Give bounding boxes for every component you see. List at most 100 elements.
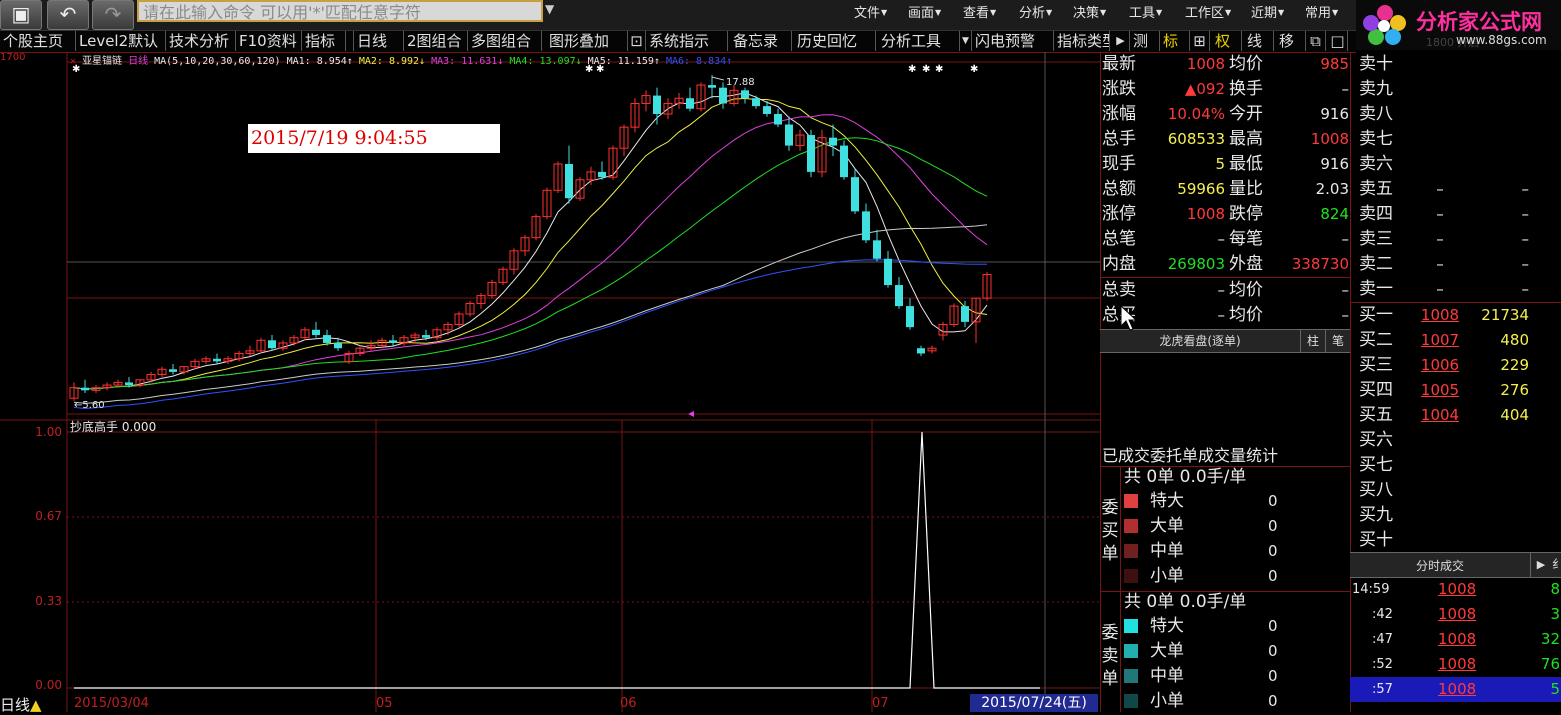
quote-value: 59966 [1177, 180, 1225, 198]
bid-row[interactable]: 买九 [1351, 503, 1561, 528]
maximize-icon[interactable]: □ [1328, 31, 1348, 51]
tab-level2[interactable]: Level2默认 [76, 31, 166, 51]
menu-workspace[interactable]: 工作区 [1185, 2, 1231, 21]
dragon-bar-button[interactable]: 柱 [1300, 330, 1325, 352]
tick-row[interactable]: :47 1008 32 [1350, 627, 1561, 652]
candle-down [653, 95, 661, 114]
bid-row[interactable]: 买八 [1351, 478, 1561, 503]
kline-chart-svg[interactable]: 17.88←5.60✱ ✱ ✱ ✱ ✱ ✱ ✱ [0, 52, 1100, 712]
candle-down [785, 124, 793, 146]
menu-tools[interactable]: 工具 [1129, 2, 1162, 21]
command-input[interactable]: 请在此输入命令 可以用'*'匹配任意字符 [137, 0, 543, 22]
tab-two-chart[interactable]: 2图组合 [404, 31, 468, 51]
lock-icon[interactable]: ⊡ [628, 31, 646, 51]
current-date-box: 2015/07/24(五) [970, 694, 1098, 712]
quote-value: 10.04% [1167, 105, 1225, 123]
ask-row[interactable]: 卖十 [1351, 52, 1561, 77]
quote-value: – [1217, 281, 1226, 299]
order-size-value: 0 [1268, 617, 1278, 635]
quote-value: ▲092 [1184, 80, 1225, 98]
ask-row[interactable]: 卖八 [1351, 102, 1561, 127]
menu-view[interactable]: 查看 [963, 2, 996, 21]
menu-file[interactable]: 文件 [854, 2, 887, 21]
kline-chart-area[interactable]: 17.88 ←5.60 ✱ ✱ ✱ ✱ ✱ ✱ ✱ [0, 52, 1100, 712]
grid-icon[interactable]: ⊞ [1190, 31, 1210, 51]
tab-f10[interactable]: F10资料 [236, 31, 302, 51]
bid-row[interactable]: 买四 1005 276 [1351, 378, 1561, 403]
period-label: 日线 [128, 56, 149, 67]
tab-system-signal[interactable]: 系统指示 [646, 31, 728, 51]
window-button[interactable]: ▣ [0, 0, 42, 30]
tool-measure[interactable]: 测 [1130, 31, 1160, 51]
tab-daily[interactable]: 日线 [354, 31, 404, 51]
ask-row[interactable]: 卖七 [1351, 127, 1561, 152]
quote-value: 1008 [1186, 55, 1225, 73]
window-layout-icon[interactable]: ⧉ [1306, 31, 1326, 51]
candle-down [873, 240, 881, 259]
ask-row[interactable]: 卖九 [1351, 77, 1561, 102]
ma-value: MA6: 8.834↑ [659, 56, 733, 67]
ma-value: MA3: 11.631↓ [425, 56, 504, 67]
tab-history[interactable]: 历史回忆 [794, 31, 876, 51]
command-dropdown-icon[interactable]: ▼ [545, 2, 554, 16]
tool-line[interactable]: 线 [1244, 31, 1274, 51]
close-icon[interactable]: ✕ [70, 56, 76, 67]
book-price: 1008 [1420, 306, 1460, 324]
tick-row[interactable]: :42 1008 3 [1350, 602, 1561, 627]
ask-row[interactable]: 卖三 – – [1351, 227, 1561, 252]
ma5-line [73, 92, 988, 390]
status-period-label: 日线 [0, 696, 31, 714]
tab-indicator[interactable]: 指标 [302, 31, 346, 51]
quote-label: 均价 [1229, 54, 1263, 74]
bid-row[interactable]: 买十 [1351, 528, 1561, 553]
menu-analysis[interactable]: 分析 [1019, 2, 1052, 21]
logo-url: www.88gs.com [1456, 33, 1547, 47]
ask-row[interactable]: 卖四 – – [1351, 202, 1561, 227]
menu-recent[interactable]: 近期 [1251, 2, 1284, 21]
logo-title: 分析家公式网 [1416, 10, 1542, 34]
menu-decision[interactable]: 决策 [1073, 2, 1106, 21]
tab-memo[interactable]: 备忘录 [730, 31, 792, 51]
ask-row[interactable]: 卖一 – – [1351, 277, 1561, 302]
ask-row[interactable]: 卖六 [1351, 152, 1561, 177]
bid-row[interactable]: 买一 1008 21734 [1351, 303, 1561, 328]
ticks-expand-icon[interactable]: ▶ [1530, 553, 1551, 577]
order-size-label: 中单 [1150, 666, 1184, 686]
tool-mark[interactable]: 标 [1160, 31, 1190, 51]
book-level-label: 买五 [1359, 405, 1393, 425]
candle-down [125, 382, 133, 386]
section-label: 委买单 [1101, 498, 1119, 564]
tab-stock-home[interactable]: 个股主页 [0, 31, 76, 51]
ask-row[interactable]: 卖五 – – [1351, 177, 1561, 202]
bid-row[interactable]: 买五 1004 404 [1351, 403, 1561, 428]
menu-common[interactable]: 常用 [1305, 2, 1338, 21]
forward-button[interactable]: ↷ [92, 0, 134, 30]
bid-row[interactable]: 买六 [1351, 428, 1561, 453]
tick-row[interactable]: :52 1008 76 [1350, 652, 1561, 677]
tab-multi-chart[interactable]: 多图组合 [468, 31, 542, 51]
quote-label: 跌停 [1229, 204, 1263, 224]
tab-analysis-tools[interactable]: 分析工具 [878, 31, 960, 51]
ask-row[interactable]: 卖二 – – [1351, 252, 1561, 277]
menu-view-screen[interactable]: 画面 [908, 2, 941, 21]
tick-row[interactable]: :57 1008 5 [1350, 677, 1561, 702]
book-volume: – [1521, 205, 1530, 223]
tool-move[interactable]: 移 [1276, 31, 1306, 51]
tab-indicator-type[interactable]: 指标类型 [1054, 31, 1110, 51]
tick-row[interactable]: 14:59 1008 8 [1350, 577, 1561, 602]
tick-price: 1008 [1438, 630, 1477, 648]
tab-overlay[interactable]: 图形叠加 [546, 31, 628, 51]
tab-dropdown-icon[interactable]: ▼ [960, 31, 972, 51]
tab-flash-alert[interactable]: 闪电预警 [972, 31, 1054, 51]
bid-row[interactable]: 买七 [1351, 453, 1561, 478]
toolbar-scroll-right-icon[interactable]: ▶ [1112, 31, 1130, 51]
forward-arrow-icon: ↷ [104, 2, 122, 26]
top-axis-label: 1700 [0, 52, 26, 63]
tool-rights[interactable]: 权 [1212, 31, 1242, 51]
bid-row[interactable]: 买三 1006 229 [1351, 353, 1561, 378]
bid-row[interactable]: 买二 1007 480 [1351, 328, 1561, 353]
back-button[interactable]: ↶ [47, 0, 89, 30]
tab-technical[interactable]: 技术分析 [166, 31, 236, 51]
book-level-label: 买八 [1359, 480, 1393, 500]
dragon-tick-button[interactable]: 笔 [1325, 330, 1350, 352]
